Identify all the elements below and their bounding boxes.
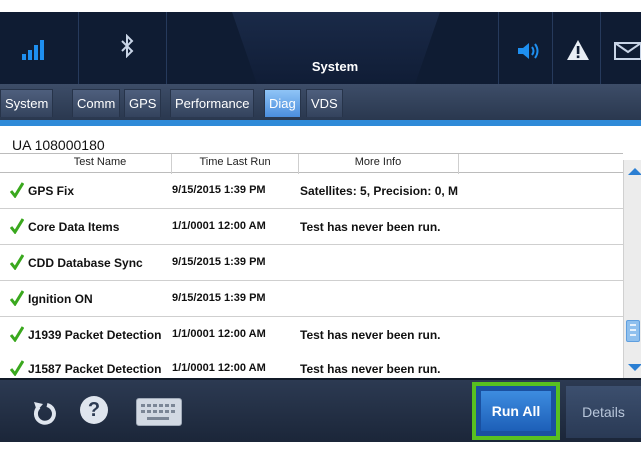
test-name: Core Data Items — [28, 220, 120, 234]
scroll-down-icon[interactable] — [628, 364, 641, 371]
tab-underline — [0, 120, 641, 126]
time-last-run: 9/15/2015 1:39 PM — [172, 292, 266, 304]
check-icon — [10, 290, 24, 306]
test-name: J1939 Packet Detection — [28, 328, 162, 342]
test-name: GPS Fix — [28, 184, 75, 198]
tab-gps[interactable]: GPS — [124, 89, 162, 117]
test-name: J1587 Packet Detection — [28, 362, 162, 376]
table-row[interactable]: Core Data Items 1/1/0001 12:00 AM Test h… — [0, 210, 623, 245]
test-name: CDD Database Sync — [28, 256, 143, 270]
check-icon — [10, 218, 24, 234]
status-bar: System — [0, 12, 641, 84]
bluetooth-icon[interactable] — [120, 33, 134, 64]
check-icon — [10, 182, 24, 198]
run-all-label: Run All — [481, 391, 551, 431]
column-header-test-name[interactable]: Test Name — [30, 156, 170, 168]
divider — [552, 12, 553, 84]
warning-icon[interactable] — [566, 39, 590, 61]
table-header: Test Name Time Last Run More Info — [0, 153, 623, 174]
more-info: Test has never been run. — [300, 220, 441, 234]
keyboard-icon[interactable] — [136, 398, 182, 426]
table-row[interactable]: Ignition ON 9/15/2015 1:39 PM — [0, 282, 623, 317]
time-last-run: 9/15/2015 1:39 PM — [172, 256, 266, 268]
unit-id-label: UA 108000180 — [12, 137, 105, 153]
column-header-more-info[interactable]: More Info — [298, 156, 458, 168]
check-icon — [10, 360, 24, 376]
table-row[interactable]: CDD Database Sync 9/15/2015 1:39 PM — [0, 246, 623, 281]
tab-vds[interactable]: VDS — [306, 89, 343, 117]
signal-bars-icon[interactable] — [22, 40, 44, 60]
divider — [166, 12, 167, 84]
scroll-thumb[interactable] — [626, 320, 640, 342]
divider — [498, 12, 499, 84]
speaker-icon[interactable] — [516, 41, 542, 61]
table-row[interactable]: GPS Fix 9/15/2015 1:39 PM Satellites: 5,… — [0, 174, 623, 209]
time-last-run: 9/15/2015 1:39 PM — [172, 184, 266, 196]
bottom-toolbar: ? Run All Details — [0, 378, 641, 442]
vertical-scrollbar[interactable] — [623, 160, 641, 378]
table-row[interactable]: J1939 Packet Detection 1/1/0001 12:00 AM… — [0, 318, 623, 353]
mail-icon[interactable] — [614, 42, 641, 60]
refresh-icon[interactable] — [30, 398, 60, 428]
help-icon[interactable]: ? — [80, 396, 108, 424]
check-icon — [10, 326, 24, 342]
divider — [600, 12, 601, 84]
tab-diag[interactable]: Diag — [264, 89, 301, 117]
more-info: Satellites: 5, Precision: 0, M — [300, 184, 459, 198]
more-info: Test has never been run. — [300, 328, 441, 342]
time-last-run: 1/1/0001 12:00 AM — [172, 362, 266, 374]
page-title: System — [311, 59, 359, 74]
time-last-run: 1/1/0001 12:00 AM — [172, 220, 266, 232]
time-last-run: 1/1/0001 12:00 AM — [172, 328, 266, 340]
tab-system[interactable]: System — [0, 89, 54, 117]
run-all-button[interactable]: Run All — [472, 382, 560, 440]
check-icon — [10, 254, 24, 270]
column-separator — [458, 154, 459, 174]
scroll-up-icon[interactable] — [628, 168, 641, 175]
details-button[interactable]: Details — [566, 386, 641, 438]
tab-bar: System Comm GPS Performance Diag VDS — [0, 84, 641, 120]
column-header-time-last-run[interactable]: Time Last Run — [172, 156, 298, 168]
tab-comm[interactable]: Comm — [72, 89, 121, 117]
more-info: Test has never been run. — [300, 362, 441, 376]
test-name: Ignition ON — [28, 292, 93, 306]
tab-performance[interactable]: Performance — [170, 89, 255, 117]
divider — [78, 12, 79, 84]
